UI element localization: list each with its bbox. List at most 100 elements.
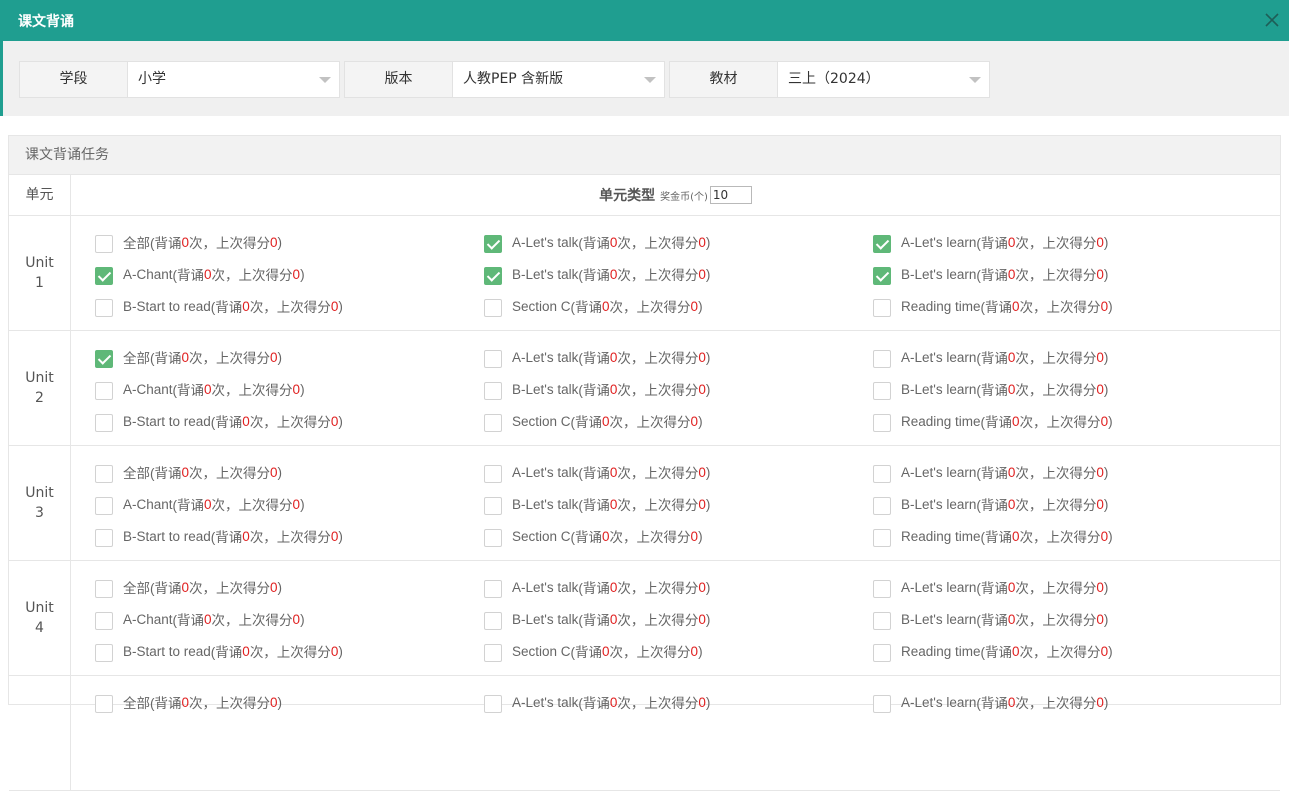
text-times: 次，上次得分 <box>1015 351 1097 366</box>
checkbox[interactable] <box>873 298 891 317</box>
last-score: 0 <box>270 579 278 595</box>
checkbox[interactable] <box>873 464 891 483</box>
checkbox[interactable] <box>95 298 113 317</box>
task-checkbox-item[interactable]: A-Let's learn (背诵 0 次，上次得分 0) <box>873 571 1262 603</box>
task-checkbox-item[interactable]: A-Chant (背诵 0 次，上次得分 0) <box>95 603 484 635</box>
task-checkbox-item[interactable]: Section C (背诵 0 次，上次得分 0) <box>484 405 873 437</box>
checkbox[interactable] <box>873 528 891 547</box>
coin-input[interactable] <box>709 186 752 204</box>
checkbox[interactable] <box>873 694 891 713</box>
checkbox[interactable] <box>484 643 502 662</box>
task-checkbox-item[interactable]: B-Start to read (背诵 0 次，上次得分 0) <box>95 290 484 322</box>
task-checkbox-item[interactable]: B-Start to read (背诵 0 次，上次得分 0) <box>95 405 484 437</box>
checkbox[interactable] <box>873 643 891 662</box>
text-open: (背诵 <box>150 466 182 481</box>
task-checkbox-item[interactable]: 全部 (背诵 0 次，上次得分 0) <box>95 226 484 258</box>
task-checkbox-item[interactable]: Reading time (背诵 0 次，上次得分 0) <box>873 520 1262 552</box>
task-checkbox-item[interactable]: A-Let's talk (背诵 0 次，上次得分 0) <box>484 456 873 488</box>
task-grid: 全部 (背诵 0 次，上次得分 0) A-Let's talk (背诵 0 次，上次得分 0) A-… <box>71 331 1280 445</box>
task-checkbox-item[interactable]: A-Let's learn (背诵 0 次，上次得分 0) <box>873 226 1262 258</box>
task-checkbox-item[interactable]: Section C (背诵 0 次，上次得分 0) <box>484 290 873 322</box>
task-checkbox-item[interactable]: B-Let's talk (背诵 0 次，上次得分 0) <box>484 258 873 290</box>
task-checkbox-item[interactable]: Reading time (背诵 0 次，上次得分 0) <box>873 290 1262 322</box>
filter-textbook: 教材 三上（2024） <box>669 61 990 98</box>
checkbox[interactable] <box>873 349 891 368</box>
text-close: ) <box>1108 413 1113 429</box>
checkbox[interactable] <box>95 381 113 400</box>
text-close: ) <box>705 694 711 710</box>
checkbox[interactable] <box>484 381 502 400</box>
task-checkbox-item[interactable]: B-Start to read (背诵 0 次，上次得分 0) <box>95 520 484 552</box>
task-checkbox-item[interactable]: 全部 (背诵 0 次，上次得分 0) <box>95 686 484 718</box>
task-checkbox-item[interactable]: A-Let's talk (背诵 0 次，上次得分 0) <box>484 571 873 603</box>
task-checkbox-item[interactable]: Section C (背诵 0 次，上次得分 0) <box>484 635 873 667</box>
task-checkbox-item[interactable]: A-Let's talk (背诵 0 次，上次得分 0) <box>484 226 873 258</box>
checkbox[interactable] <box>484 266 502 285</box>
task-checkbox-item[interactable]: A-Chant (背诵 0 次，上次得分 0) <box>95 373 484 405</box>
task-checkbox-item[interactable]: B-Let's talk (背诵 0 次，上次得分 0) <box>484 603 873 635</box>
stage-select[interactable]: 小学 <box>128 62 339 97</box>
task-checkbox-item[interactable]: B-Let's talk (背诵 0 次，上次得分 0) <box>484 488 873 520</box>
filter-edition: 版本 人教PEP 含新版 <box>344 61 665 98</box>
edition-select[interactable]: 人教PEP 含新版 <box>453 62 664 97</box>
checkbox[interactable] <box>873 579 891 598</box>
checkbox[interactable] <box>484 298 502 317</box>
task-name: Section C <box>512 298 571 314</box>
checkbox[interactable] <box>95 234 113 253</box>
checkbox[interactable] <box>95 413 113 432</box>
checkbox[interactable] <box>873 496 891 515</box>
task-checkbox-item[interactable]: Section C (背诵 0 次，上次得分 0) <box>484 520 873 552</box>
checkbox[interactable] <box>484 464 502 483</box>
task-checkbox-item[interactable]: A-Let's talk (背诵 0 次，上次得分 0) <box>484 686 873 718</box>
task-checkbox-item[interactable]: Reading time (背诵 0 次，上次得分 0) <box>873 635 1262 667</box>
task-checkbox-item[interactable]: 全部 (背诵 0 次，上次得分 0) <box>95 341 484 373</box>
checkbox[interactable] <box>873 234 891 253</box>
checkbox[interactable] <box>873 381 891 400</box>
task-checkbox-item[interactable]: A-Let's learn (背诵 0 次，上次得分 0) <box>873 456 1262 488</box>
checkbox[interactable] <box>484 694 502 713</box>
checkbox[interactable] <box>95 611 113 630</box>
task-checkbox-item[interactable]: A-Let's talk (背诵 0 次，上次得分 0) <box>484 341 873 373</box>
task-checkbox-item[interactable]: Reading time (背诵 0 次，上次得分 0) <box>873 405 1262 437</box>
checkbox[interactable] <box>873 611 891 630</box>
checkbox[interactable] <box>484 349 502 368</box>
task-checkbox-item[interactable]: A-Chant (背诵 0 次，上次得分 0) <box>95 258 484 290</box>
checkbox[interactable] <box>484 528 502 547</box>
checkbox[interactable] <box>484 413 502 432</box>
text-times: 次，上次得分 <box>617 581 699 596</box>
task-checkbox-item[interactable]: A-Let's learn (背诵 0 次，上次得分 0) <box>873 341 1262 373</box>
checkbox[interactable] <box>484 496 502 515</box>
textbook-select[interactable]: 三上（2024） <box>778 62 989 97</box>
task-checkbox-item[interactable]: B-Let's talk (背诵 0 次，上次得分 0) <box>484 373 873 405</box>
checkbox[interactable] <box>484 611 502 630</box>
close-icon[interactable] <box>1263 11 1281 29</box>
last-score: 0 <box>690 298 699 314</box>
checkbox[interactable] <box>95 528 113 547</box>
task-checkbox-item[interactable]: B-Let's learn (背诵 0 次，上次得分 0) <box>873 603 1262 635</box>
last-score: 0 <box>1096 579 1104 595</box>
text-times: 次，上次得分 <box>1019 530 1101 545</box>
task-grid: 全部 (背诵 0 次，上次得分 0) A-Let's talk (背诵 0 次，上次得分 0) A-… <box>71 216 1280 330</box>
task-checkbox-item[interactable]: B-Let's learn (背诵 0 次，上次得分 0) <box>873 373 1262 405</box>
checkbox[interactable] <box>873 266 891 285</box>
unit-name-line: Unit <box>25 485 54 501</box>
checkbox[interactable] <box>95 579 113 598</box>
task-checkbox-item[interactable]: B-Let's learn (背诵 0 次，上次得分 0) <box>873 258 1262 290</box>
checkbox[interactable] <box>873 413 891 432</box>
checkbox[interactable] <box>95 266 113 285</box>
checkbox[interactable] <box>95 694 113 713</box>
last-score: 0 <box>1096 266 1104 282</box>
task-checkbox-item[interactable]: 全部 (背诵 0 次，上次得分 0) <box>95 571 484 603</box>
task-checkbox-item[interactable]: A-Chant (背诵 0 次，上次得分 0) <box>95 488 484 520</box>
task-checkbox-item[interactable]: B-Start to read (背诵 0 次，上次得分 0) <box>95 635 484 667</box>
checkbox[interactable] <box>95 496 113 515</box>
task-checkbox-item[interactable]: A-Let's learn (背诵 0 次，上次得分 0) <box>873 686 1262 718</box>
task-checkbox-item[interactable]: B-Let's learn (背诵 0 次，上次得分 0) <box>873 488 1262 520</box>
checkbox[interactable] <box>484 234 502 253</box>
checkbox[interactable] <box>95 464 113 483</box>
task-checkbox-item[interactable]: 全部 (背诵 0 次，上次得分 0) <box>95 456 484 488</box>
checkbox[interactable] <box>95 349 113 368</box>
checkbox[interactable] <box>484 579 502 598</box>
checkbox[interactable] <box>95 643 113 662</box>
recite-count: 0 <box>602 298 610 314</box>
